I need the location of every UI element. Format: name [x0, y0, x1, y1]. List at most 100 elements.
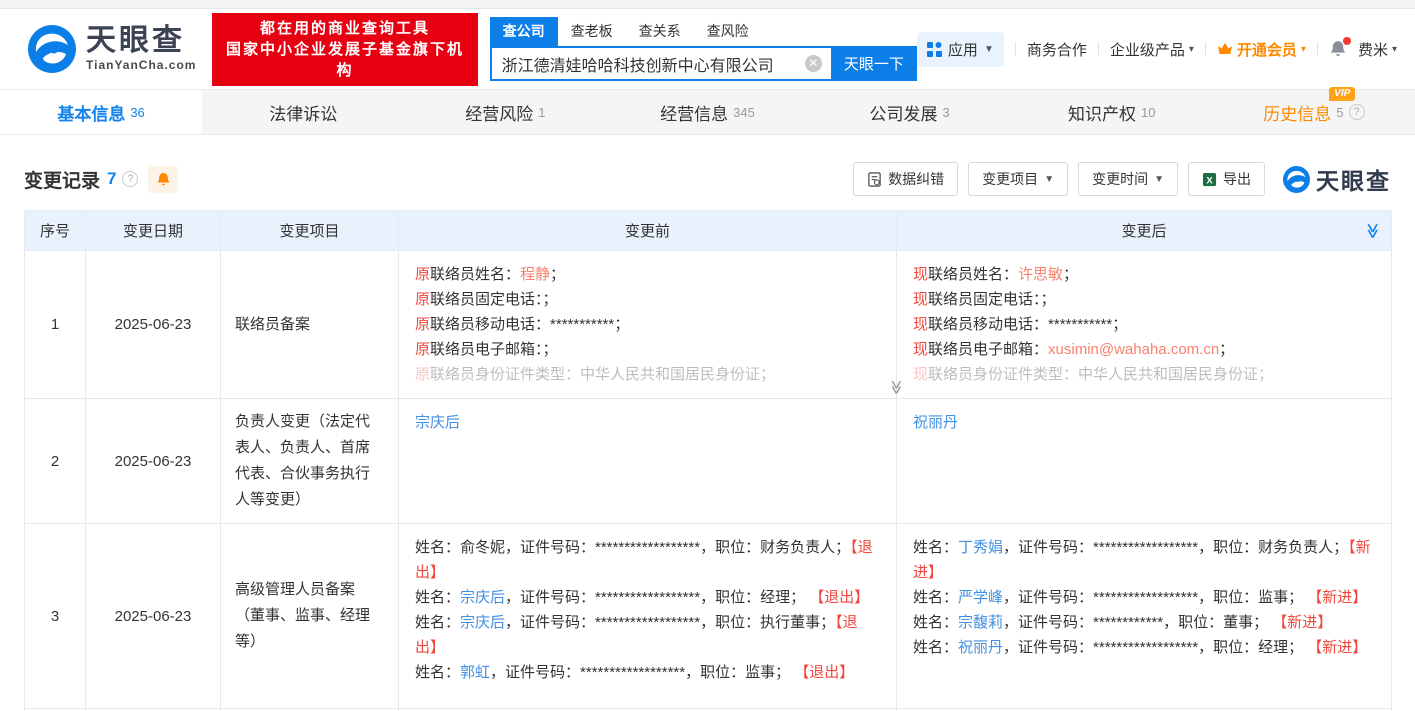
change-line: 现联络员电子邮箱：xusimin@wahaha.com.cn；	[913, 337, 1375, 362]
tab-operation-info[interactable]: 经营信息 345	[606, 90, 808, 134]
text-segment: ；	[1219, 341, 1234, 358]
tab-count: 36	[130, 105, 144, 120]
chevron-down-icon: ▼	[1044, 174, 1054, 185]
text-segment: 原	[415, 266, 430, 283]
cell-after-change: 祝丽丹	[897, 399, 1392, 524]
col-header-no: 序号	[25, 211, 86, 251]
collapse-all-icon[interactable]: ≫	[1364, 223, 1382, 239]
change-line: 原联络员姓名：程静；	[415, 262, 880, 287]
table-row: 12025-06-23联络员备案原联络员姓名：程静；原联络员固定电话：；原联络员…	[25, 251, 1392, 399]
tab-label: 经营风险	[465, 100, 533, 125]
subscribe-bell-button[interactable]	[148, 166, 178, 193]
section-actions: 数据纠错 变更项目 ▼ 变更时间 ▼ X 导出	[853, 162, 1391, 196]
person-link[interactable]: 宗庆后	[460, 589, 505, 606]
text-segment: 原	[415, 341, 430, 358]
top-bar: 天眼查 TianYanCha.com 都在用的商业查询工具 国家中小企业发展子基…	[0, 9, 1415, 89]
cell-lines: 姓名：俞冬妮，证件号码：******************，职位：财务负责人；…	[415, 535, 880, 685]
cell-no: 3	[25, 524, 86, 709]
search-input[interactable]	[490, 46, 831, 81]
text-segment: 联络员固定电话：；	[928, 291, 1056, 308]
notification-dot	[1343, 37, 1351, 45]
cell-lines: 祝丽丹	[913, 410, 1375, 435]
change-table-body: 12025-06-23联络员备案原联络员姓名：程静；原联络员固定电话：；原联络员…	[25, 251, 1392, 711]
person-link[interactable]: 丁秀娟	[958, 539, 1003, 556]
person-link[interactable]: 祝丽丹	[913, 414, 958, 431]
tab-operation-risk[interactable]: 经营风险 1	[404, 90, 606, 134]
text-segment: 现	[913, 316, 928, 333]
tab-legal-litigation[interactable]: 法律诉讼	[202, 90, 404, 134]
help-icon[interactable]: ?	[122, 171, 138, 187]
divider	[1098, 42, 1099, 56]
person-link[interactable]: 宗庆后	[460, 614, 505, 631]
notifications-bell[interactable]	[1329, 40, 1347, 58]
search-tab-boss[interactable]: 查老板	[558, 17, 626, 46]
logo-domain: TianYanCha.com	[86, 58, 196, 72]
text-segment: 原	[415, 366, 430, 383]
apps-menu[interactable]: 应用 ▼	[917, 32, 1004, 67]
tab-count: 10	[1141, 105, 1155, 120]
help-icon[interactable]: ?	[1349, 104, 1365, 120]
filter-change-time-button[interactable]: 变更时间 ▼	[1078, 162, 1178, 196]
text-segment: 【新进】	[1272, 614, 1332, 631]
text-segment: ；	[550, 266, 565, 283]
cell-lines: 原联络员姓名：程静；原联络员固定电话：；原联络员移动电话：***********…	[415, 262, 880, 387]
divider	[1317, 42, 1318, 56]
chevron-down-icon: ▼	[984, 44, 994, 55]
text-segment: ；	[1063, 266, 1078, 283]
search-tab-company[interactable]: 查公司	[490, 17, 558, 46]
tab-company-development[interactable]: 公司发展 3	[809, 90, 1011, 134]
nav-cooperation[interactable]: 商务合作	[1027, 39, 1087, 60]
change-line: 姓名：严学峰，证件号码：******************，职位：监事； 【新…	[913, 585, 1375, 610]
change-line: 现联络员移动电话：***********；	[913, 312, 1375, 337]
chevron-down-icon: ▾	[1189, 44, 1194, 55]
nav-open-vip[interactable]: 开通会员 ▾	[1217, 39, 1306, 60]
cell-change-date: 2025-06-23	[86, 399, 221, 524]
nav-enterprise-products[interactable]: 企业级产品 ▾	[1110, 39, 1194, 60]
filter-change-item-button[interactable]: 变更项目 ▼	[968, 162, 1068, 196]
apps-grid-icon	[927, 42, 942, 57]
text-segment: 【新进】	[1307, 589, 1367, 606]
text-segment: 联络员姓名：	[928, 266, 1018, 283]
svg-text:X: X	[1206, 175, 1213, 185]
clear-search-icon[interactable]: ✕	[805, 55, 822, 72]
tab-count: 345	[733, 105, 755, 120]
person-link[interactable]: 祝丽丹	[958, 639, 1003, 656]
data-correction-button[interactable]: 数据纠错	[853, 162, 958, 196]
search-block: 查公司 查老板 查关系 查风险 ✕ 天眼一下	[490, 17, 917, 81]
text-segment: ，证件号码：******************，职位：经理；	[1003, 639, 1307, 656]
nav-user-menu[interactable]: 费米 ▾	[1358, 39, 1397, 60]
tab-label: 法律诉讼	[269, 100, 337, 125]
tab-basic-info[interactable]: 基本信息 36	[0, 90, 202, 134]
slogan-line2: 国家中小企业发展子基金旗下机构	[224, 39, 465, 81]
crown-icon	[1217, 42, 1233, 56]
divider	[1205, 42, 1206, 56]
logo-name: 天眼查	[86, 26, 196, 56]
export-button[interactable]: X 导出	[1188, 162, 1265, 196]
vip-label: 开通会员	[1237, 39, 1297, 60]
username: 费米	[1358, 39, 1388, 60]
person-link[interactable]: 宗庆后	[415, 414, 460, 431]
person-link[interactable]: 郭虹	[460, 664, 490, 681]
text-segment: 现	[913, 366, 928, 383]
text-segment: 许思敏	[1018, 266, 1063, 283]
tab-label: 基本信息	[57, 100, 125, 125]
text-segment: ，证件号码：******************，职位：监事；	[490, 664, 794, 681]
search-submit-button[interactable]: 天眼一下	[831, 46, 917, 81]
search-tab-relation[interactable]: 查关系	[626, 17, 694, 46]
tab-label: 经营信息	[660, 100, 728, 125]
slogan-line1: 都在用的商业查询工具	[224, 18, 465, 39]
tab-intellectual-property[interactable]: 知识产权 10	[1011, 90, 1213, 134]
apps-label: 应用	[948, 39, 978, 60]
search-tab-risk[interactable]: 查风险	[694, 17, 762, 46]
search-bar: ✕ 天眼一下	[490, 46, 917, 81]
tianyancha-logo[interactable]: 天眼查 TianYanCha.com	[28, 25, 196, 73]
top-strip	[0, 0, 1415, 9]
bell-icon	[156, 172, 171, 187]
tab-history-info[interactable]: 历史信息 VIP 5 ?	[1213, 90, 1415, 134]
change-line: 祝丽丹	[913, 410, 1375, 435]
divider	[1015, 42, 1016, 56]
change-record-table-wrap: 序号 变更日期 变更项目 变更前 变更后 ≫ 12025-06-23联络员备案原…	[24, 210, 1391, 711]
person-link[interactable]: 严学峰	[958, 589, 1003, 606]
text-segment: 现	[913, 266, 928, 283]
person-link[interactable]: 宗馥莉	[958, 614, 1003, 631]
